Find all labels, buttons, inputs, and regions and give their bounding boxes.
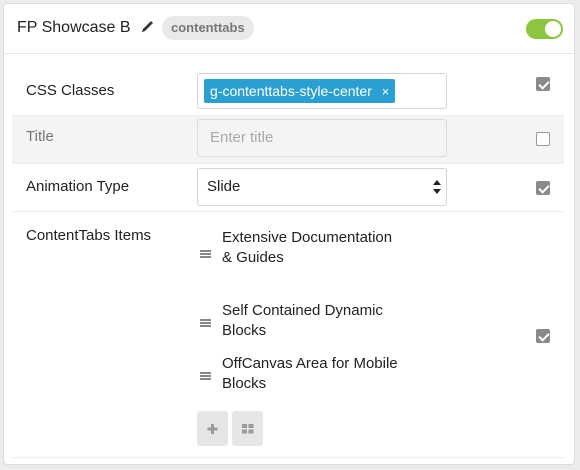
chip-remove-icon[interactable]: × xyxy=(382,84,390,99)
css-class-chip: g-contenttabs-style-center × xyxy=(204,79,396,103)
drag-handle-icon[interactable] xyxy=(200,319,211,327)
animation-row: Animation Type Slide xyxy=(12,164,564,212)
pencil-icon[interactable] xyxy=(140,20,154,34)
list-item-text: Extensive Documentation & Guides xyxy=(222,229,393,266)
particle-panel: FP Showcase B contenttabs CSS Classes g-… xyxy=(3,3,575,465)
toggle-knob xyxy=(545,21,561,37)
contenttabs-items-label: ContentTabs Items xyxy=(26,227,152,244)
css-classes-label: CSS Classes xyxy=(26,82,115,99)
animation-label: Animation Type xyxy=(26,178,130,195)
enabled-toggle[interactable] xyxy=(526,19,563,39)
drag-handle-icon[interactable] xyxy=(200,372,211,380)
chip-text: g-contenttabs-style-center xyxy=(210,83,372,99)
select-arrows-icon xyxy=(433,178,441,196)
plus-icon xyxy=(207,424,218,434)
type-tag: contenttabs xyxy=(162,16,254,40)
panel-title: FP Showcase B xyxy=(17,19,131,36)
add-items-grid-button[interactable] xyxy=(232,411,263,446)
title-placeholder: Enter title xyxy=(210,129,274,146)
grid-icon xyxy=(242,424,254,434)
title-label: Title xyxy=(26,128,54,145)
css-classes-row: CSS Classes g-contenttabs-style-center × xyxy=(12,66,564,116)
panel-header: FP Showcase B contenttabs xyxy=(4,4,574,54)
list-item[interactable]: Self Contained Dynamic Blocks xyxy=(200,301,400,341)
animation-select[interactable]: Slide xyxy=(197,168,447,206)
list-item[interactable]: OffCanvas Area for Mobile Blocks xyxy=(200,354,400,394)
add-item-button[interactable] xyxy=(197,411,228,446)
contenttabs-items-row: ContentTabs Items Extensive Documentatio… xyxy=(12,212,564,458)
animation-value: Slide xyxy=(207,178,241,195)
contenttabs-items-checkbox[interactable] xyxy=(536,329,550,343)
title-input[interactable]: Enter title xyxy=(197,119,447,157)
animation-checkbox[interactable] xyxy=(536,181,550,195)
css-classes-checkbox[interactable] xyxy=(536,77,550,91)
list-item[interactable]: Extensive Documentation & Guides xyxy=(200,228,400,288)
title-row: Title Enter title xyxy=(12,116,564,164)
list-item-text: Self Contained Dynamic Blocks xyxy=(222,302,383,339)
drag-handle-icon[interactable] xyxy=(200,250,211,258)
list-item-text: OffCanvas Area for Mobile Blocks xyxy=(222,355,398,392)
title-checkbox[interactable] xyxy=(536,132,550,146)
css-classes-input[interactable]: g-contenttabs-style-center × xyxy=(197,73,447,109)
